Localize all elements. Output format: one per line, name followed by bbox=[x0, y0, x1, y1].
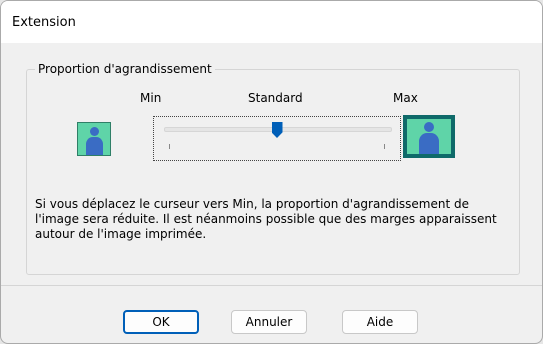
max-label: Max bbox=[393, 91, 418, 105]
group-legend: Proportion d'agrandissement bbox=[35, 62, 215, 76]
enlargement-slider[interactable] bbox=[153, 116, 401, 161]
slider-tick-min bbox=[169, 144, 170, 149]
footer-divider bbox=[1, 285, 542, 286]
help-button[interactable]: Aide bbox=[342, 310, 418, 334]
extension-dialog: Extension Proportion d'agrandissement Mi… bbox=[0, 0, 543, 344]
standard-label: Standard bbox=[248, 91, 303, 105]
min-preview-icon bbox=[77, 122, 111, 156]
min-label: Min bbox=[140, 91, 162, 105]
dialog-title: Extension bbox=[12, 15, 76, 30]
description-text: Si vous déplacez le curseur vers Min, la… bbox=[35, 197, 497, 241]
title-bar: Extension bbox=[1, 1, 542, 43]
cancel-button[interactable]: Annuler bbox=[231, 310, 307, 334]
ok-button[interactable]: OK bbox=[123, 310, 199, 334]
max-preview-icon bbox=[407, 119, 451, 154]
slider-tick-max bbox=[384, 144, 385, 149]
slider-thumb[interactable] bbox=[271, 122, 283, 138]
